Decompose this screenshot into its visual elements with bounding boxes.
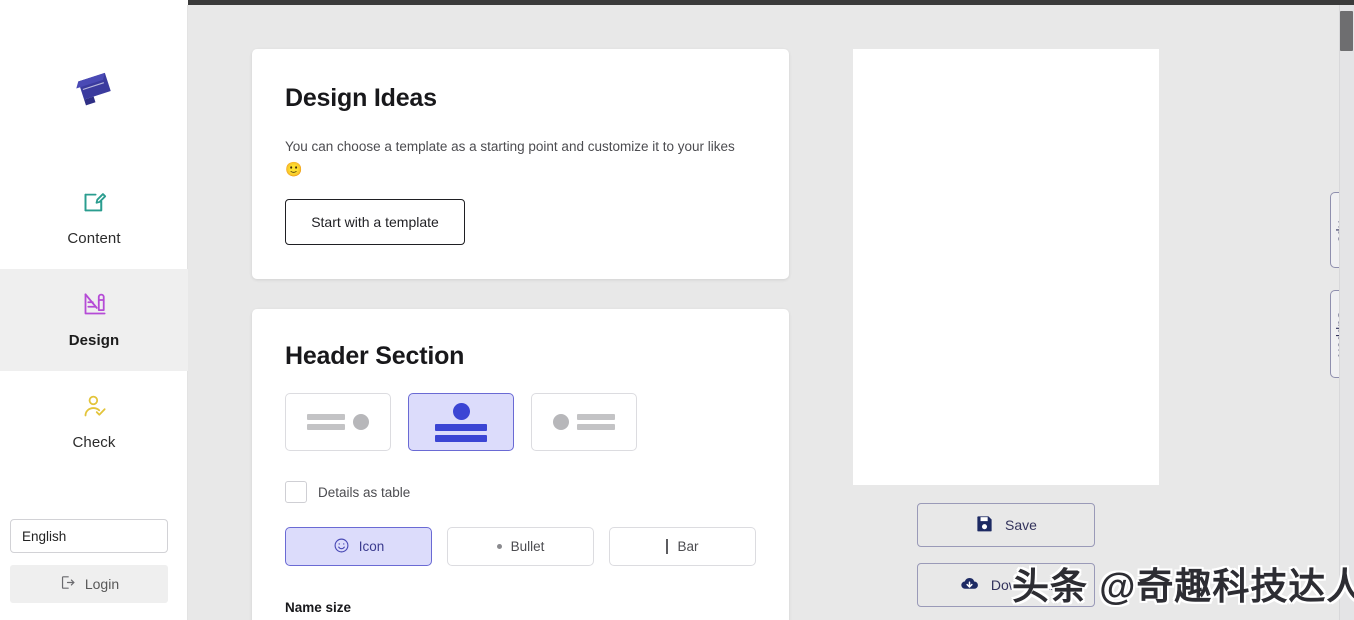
- sidebar-item-content[interactable]: Content: [0, 167, 188, 269]
- layout-lines: [577, 414, 615, 430]
- design-ideas-title: Design Ideas: [285, 84, 437, 112]
- main-content: Design Ideas You can choose a template a…: [189, 5, 1330, 620]
- sidebar-item-label: Design: [68, 332, 120, 349]
- layout-avatar-dot: [353, 414, 369, 430]
- details-as-table-checkbox[interactable]: [285, 481, 307, 503]
- layout-line: [577, 424, 615, 430]
- bar-icon: [666, 539, 669, 554]
- layout-line: [435, 423, 487, 431]
- app-logo[interactable]: [0, 53, 188, 123]
- download-button[interactable]: Download: [917, 563, 1095, 607]
- save-button[interactable]: Save: [917, 503, 1095, 547]
- sidebar-item-design[interactable]: Design: [0, 269, 188, 371]
- design-ideas-card: Design Ideas You can choose a template a…: [252, 49, 789, 279]
- save-button-label: Save: [1005, 517, 1037, 533]
- layout-lines: [307, 414, 345, 430]
- header-section-title: Header Section: [285, 342, 465, 370]
- list-style-label: Bullet: [510, 539, 545, 554]
- download-button-label: Download: [990, 577, 1054, 593]
- vertical-scrollbar-thumb[interactable]: [1340, 11, 1353, 51]
- list-style-bar-button[interactable]: Bar: [609, 527, 756, 566]
- layout-avatar-dot: [452, 402, 470, 420]
- layout-avatar-dot: [553, 414, 569, 430]
- smiley-icon: [333, 537, 350, 557]
- person-check-icon: [81, 393, 108, 425]
- start-with-template-button[interactable]: Start with a template: [285, 199, 465, 245]
- cloud-download-icon: [959, 573, 980, 597]
- login-button-label: Login: [84, 576, 120, 592]
- design-ideas-description-text: You can choose a template as a starting …: [285, 139, 735, 154]
- sidebar: Content Design Check English Login: [0, 5, 188, 620]
- floppy-disk-icon: [975, 514, 994, 536]
- layout-option-text-left-avatar-right[interactable]: [285, 393, 391, 451]
- login-arrow-icon: [59, 574, 76, 594]
- header-section-card: Header Section Details as table Icon Bul…: [252, 309, 789, 620]
- language-select-value: English: [22, 528, 67, 544]
- design-ideas-description: You can choose a template as a starting …: [285, 136, 763, 181]
- sidebar-item-label: Content: [67, 230, 121, 247]
- name-size-label: Name size: [285, 600, 352, 615]
- layout-option-avatar-top-centered[interactable]: [408, 393, 514, 451]
- app-root: Content Design Check English Login Desig…: [0, 0, 1354, 620]
- document-preview-page[interactable]: [853, 49, 1159, 485]
- vertical-scrollbar[interactable]: [1339, 5, 1354, 620]
- smiley-emoji-icon: 🙂: [285, 161, 303, 177]
- ruler-pen-icon: [81, 291, 108, 323]
- layout-line: [307, 424, 345, 430]
- list-style-icon-button[interactable]: Icon: [285, 527, 432, 566]
- layout-preview-glyph: [307, 414, 369, 430]
- details-as-table-label: Details as table: [318, 484, 411, 500]
- app-logo-icon: [76, 72, 111, 106]
- layout-preview-glyph: [435, 402, 487, 442]
- layout-option-avatar-left-text-right[interactable]: [531, 393, 637, 451]
- list-style-label: Icon: [358, 539, 385, 554]
- list-style-label: Bar: [677, 539, 699, 554]
- layout-line: [435, 434, 487, 442]
- details-as-table-row[interactable]: Details as table: [285, 481, 410, 503]
- list-style-options: Icon Bullet Bar: [285, 527, 756, 566]
- list-style-bullet-button[interactable]: Bullet: [447, 527, 594, 566]
- layout-line: [577, 414, 615, 420]
- edit-square-icon: [81, 189, 108, 221]
- language-select[interactable]: English: [10, 519, 168, 553]
- header-layout-options: [285, 393, 637, 451]
- sidebar-item-label: Check: [72, 434, 116, 451]
- bullet-icon: [496, 544, 502, 549]
- layout-line: [307, 414, 345, 420]
- login-button[interactable]: Login: [10, 565, 168, 603]
- sidebar-item-check[interactable]: Check: [0, 371, 188, 473]
- layout-preview-glyph: [553, 414, 615, 430]
